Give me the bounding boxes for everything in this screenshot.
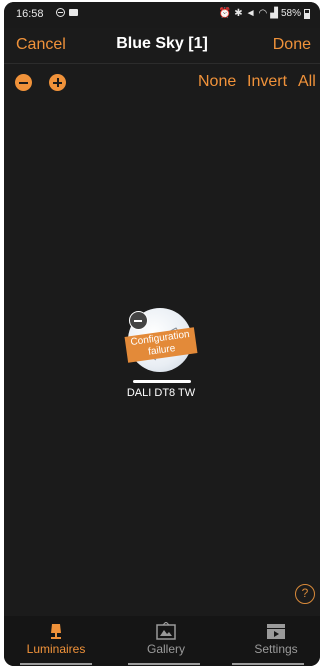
tab-indicator-2 (128, 663, 200, 665)
do-not-disturb-icon (56, 8, 65, 17)
tab-label: Gallery (146, 642, 185, 656)
tab-luminaires[interactable]: Luminaires (6, 618, 106, 656)
status-time: 16:58 (16, 8, 44, 20)
done-button[interactable]: Done (273, 36, 311, 54)
tab-label: Luminaires (26, 642, 86, 656)
selection-toolbar: None Invert All (4, 64, 320, 100)
luminaire-tile[interactable]: Configuration failure DALI DT8 TW (121, 307, 211, 417)
select-none-button[interactable]: None (198, 73, 236, 91)
clapperboard-icon (267, 624, 285, 639)
status-bar: 16:58 ⏰ ✱ ◄ ◠ ▟ 58% (4, 2, 320, 28)
lamp-icon (51, 624, 61, 639)
invert-selection-button[interactable]: Invert (247, 73, 287, 91)
remove-luminaire-icon[interactable] (129, 311, 148, 330)
battery-percent: 58% (280, 8, 301, 19)
tab-label: Settings (254, 642, 298, 656)
nav-bar: Cancel Blue Sky [1] Done (4, 28, 320, 64)
plus-icon-vertical (56, 78, 59, 87)
bluetooth-icon: ✱ (234, 8, 243, 19)
status-left-icons (56, 8, 78, 17)
tab-indicator-1 (20, 663, 92, 665)
selection-underline (133, 380, 191, 383)
remove-button[interactable] (15, 74, 32, 91)
app-screen: 16:58 ⏰ ✱ ◄ ◠ ▟ 58% Cancel Blue Sky [1] … (4, 2, 320, 666)
mute-icon: ◄ (245, 8, 256, 19)
alarm-icon: ⏰ (218, 8, 232, 19)
gallery-icon (156, 622, 176, 640)
luminaire-name: DALI DT8 TW (126, 387, 196, 399)
tab-settings[interactable]: Settings (226, 618, 320, 656)
wifi-icon: ◠ (258, 8, 268, 19)
minus-icon (19, 81, 28, 84)
status-right-icons: ⏰ ✱ ◄ ◠ ▟ 58% (219, 8, 310, 19)
tab-indicator-3 (232, 663, 304, 665)
tab-gallery[interactable]: Gallery (116, 618, 216, 656)
add-button[interactable] (49, 74, 66, 91)
select-all-button[interactable]: All (298, 73, 316, 91)
help-button[interactable]: ? (295, 584, 315, 604)
battery-icon (304, 8, 310, 19)
tab-bar: Luminaires Gallery Settings (4, 616, 320, 666)
folder-icon (69, 9, 78, 16)
signal-icon: ▟ (270, 8, 278, 19)
